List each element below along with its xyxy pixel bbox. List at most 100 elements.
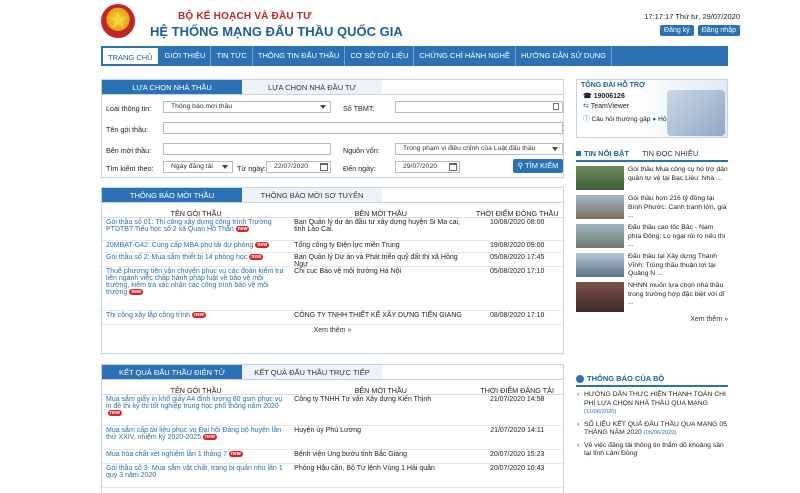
news-title[interactable]: Gói thầu hơn 216 tỷ đồng tại Bình Phước:…	[628, 195, 728, 220]
package-link[interactable]: Mua sắm giấy in khổ giấy A4 định lượng 8…	[102, 395, 290, 425]
news-thumbnail[interactable]	[576, 282, 624, 312]
news-title[interactable]: NHNN muốn lựa chọn nhà thầu trong trường…	[628, 282, 728, 313]
nav-user-guide[interactable]: HƯỚNG DẪN SỬ DỤNG	[516, 46, 613, 66]
table-row[interactable]: Gói thầu số 3- Mua sắm vật chất, trang b…	[102, 464, 563, 488]
nav-about[interactable]: GIỚI THIỆU	[160, 46, 212, 66]
package-link[interactable]: Gói thầu số 2: Mua sắm thiết bị 14 phòng…	[102, 253, 290, 266]
notice-item[interactable]: SỐ LIỆU KẾT QUẢ ĐẤU THẦU QUA MẠNG 05 THÁ…	[576, 421, 728, 438]
notice-item[interactable]: HƯỚNG DẪN THỰC HIỆN THANH TOÁN CHI PHÍ L…	[576, 391, 728, 417]
notice-date: (05/06/2020)	[643, 430, 677, 436]
main-nav: TRANG CHỦ GIỚI THIỆU TIN TỨC THÔNG TIN Đ…	[101, 46, 728, 66]
package-link[interactable]: Gói thầu số 3- Mua sắm vật chất, trang b…	[102, 464, 290, 487]
search-button-label: TÌM KIẾM	[525, 161, 559, 170]
search-by-select[interactable]: Ngày đăng tải	[163, 161, 233, 173]
tab-contractor-selection[interactable]: LỰA CHỌN NHÀ THẦU	[102, 80, 242, 94]
calendar-icon[interactable]	[449, 163, 457, 171]
tab-prequalification-notices[interactable]: THÔNG BÁO MỜI SƠ TUYỂN	[242, 188, 382, 202]
package-name-input[interactable]	[163, 122, 563, 134]
table-row[interactable]: Gói thầu số 2: Mua sắm thiết bị 14 phòng…	[102, 253, 563, 268]
from-date-input[interactable]: 22/07/2020	[266, 161, 331, 173]
phone-icon: ☎	[583, 93, 592, 100]
table-row[interactable]: 20MBAT-G42: Cung cấp MBA phụ tải dự phòn…	[102, 241, 563, 253]
teamviewer-link[interactable]: ⇆ TeamViewer	[583, 102, 629, 110]
support-phone[interactable]: ☎ 19006126	[583, 92, 625, 100]
table-row[interactable]: Mua hóa chất xét nghiệm lần 1 tháng 7 new…	[102, 450, 563, 464]
inviter-name: Bệnh viện Ung bướu tỉnh Bắc Giang	[294, 451, 407, 458]
bullet-icon	[576, 151, 581, 156]
header: BỘ KẾ HOẠCH VÀ ĐẦU TƯ HỆ THỐNG MẠNG ĐẤU …	[0, 0, 800, 44]
news-item[interactable]: Đấu thầu cao tốc Bắc - Nam phía Đông: Lo…	[576, 224, 728, 249]
nav-home[interactable]: TRANG CHỦ	[101, 46, 160, 66]
new-badge-icon: new	[203, 434, 217, 441]
ministry-name: BỘ KẾ HOẠCH VÀ ĐẦU TƯ	[178, 11, 312, 22]
col-inviter: BÊN MỜI THẦU	[354, 386, 407, 395]
capital-source-select[interactable]: Trong phạm vi điều chỉnh của Luật đấu th…	[395, 143, 563, 155]
bid-notices-panel: THÔNG BÁO MỜI THẦU THÔNG BÁO MỜI SƠ TUYỂ…	[101, 187, 564, 354]
news-item[interactable]: Gói thầu Mua công cụ hỗ trợ dân quân tự …	[576, 166, 728, 191]
bullet-icon	[576, 374, 584, 383]
package-name[interactable]: 20MBAT-G42: Cung cấp MBA phụ tải dự phòn…	[106, 242, 253, 249]
tbmt-label: Số TBMT:	[343, 104, 375, 113]
package-link[interactable]: 20MBAT-G42: Cung cấp MBA phụ tải dự phòn…	[102, 241, 290, 252]
notice-text[interactable]: Về việc đăng tải thông tin thẩm dõ khoản…	[584, 442, 724, 458]
package-name[interactable]: Mua hóa chất xét nghiệm lần 1 tháng 7	[106, 451, 227, 458]
news-thumbnail[interactable]	[576, 253, 624, 277]
news-title[interactable]: Gói thầu Mua công cụ hỗ trợ dân quân tự …	[628, 166, 728, 191]
tab-featured-news[interactable]: TIN NỔI BẬT	[584, 147, 629, 161]
package-link[interactable]: Mua hóa chất xét nghiệm lần 1 tháng 7 new	[102, 450, 290, 463]
news-thumbnail[interactable]	[576, 166, 624, 190]
login-button[interactable]: Đăng nhập	[697, 25, 740, 36]
posted-time: 21/07/2020 14:58	[489, 396, 545, 403]
table-row[interactable]: Gói thầu số 01: Thi công xây dựng công t…	[102, 218, 563, 241]
tab-investor-selection[interactable]: LỰA CHỌN NHÀ ĐẦU TƯ	[242, 80, 382, 94]
inviter-name: Phòng Hậu cần, Bộ Tư lệnh Vùng 1 Hải quâ…	[294, 465, 435, 472]
news-item[interactable]: NHNN muốn lựa chọn nhà thầu trong trường…	[576, 282, 728, 313]
inviter-label: Bên mời thầu:	[106, 146, 152, 155]
table-row[interactable]: Mua sắm giấy in khổ giấy A4 định lượng 8…	[102, 395, 563, 426]
package-name[interactable]: Mua sắm giấy in khổ giấy A4 định lượng 8…	[106, 396, 282, 410]
package-link[interactable]: Thi công xây lắp công trình new	[102, 311, 290, 324]
package-name[interactable]: Thi công xây lắp công trình	[106, 312, 190, 319]
package-link[interactable]: Thuê phương tiện vận chuyển phục vụ các …	[102, 267, 290, 310]
inviter-name: Ban Quản lý dự án đầu tư xây dựng huyện …	[294, 219, 460, 233]
table-row[interactable]: Thi công xây lắp công trình new CÔNG TY TN…	[102, 311, 563, 325]
notice-text[interactable]: HƯỚNG DẪN THỰC HIỆN THANH TOÁN CHI PHÍ L…	[584, 391, 726, 407]
inviter-input[interactable]	[163, 143, 331, 155]
tab-bid-notices[interactable]: THÔNG BÁO MỜI THẦU	[102, 188, 242, 202]
nav-news[interactable]: TIN TỨC	[211, 46, 253, 66]
table-row[interactable]: Thuê phương tiện vận chuyển phục vụ các …	[102, 267, 563, 311]
news-thumbnail[interactable]	[576, 195, 624, 219]
news-box: TIN NỔI BẬT TIN ĐỌC NHIỀU Gói thầu Mua cô…	[576, 147, 728, 360]
news-more-link[interactable]: Xem thêm »	[576, 316, 728, 323]
nav-bid-info[interactable]: THÔNG TIN ĐẤU THẦU	[253, 46, 346, 66]
calendar-icon[interactable]	[320, 163, 328, 171]
inviter-name: Ban Quản lý Dự án và Phát triển quỹ đất …	[294, 254, 458, 268]
package-name[interactable]: Mua sắm cấp tài liệu phục vụ Đại hội Đản…	[106, 427, 281, 441]
package-name[interactable]: Gói thầu số 2: Mua sắm thiết bị 14 phòng…	[106, 254, 247, 261]
news-item[interactable]: Đấu thầu tại Xây dựng Thanh Vĩnh: Trúng …	[576, 253, 728, 278]
package-link[interactable]: Mua sắm cấp tài liệu phục vụ Đại hội Đản…	[102, 426, 290, 449]
search-button[interactable]: ⚲ TÌM KIẾM	[513, 159, 563, 173]
posted-time: 21/07/2020 14:11	[490, 427, 545, 434]
tbmt-input[interactable]	[395, 101, 563, 113]
package-link[interactable]: Gói thầu số 01: Thi công xây dựng công t…	[102, 218, 290, 240]
info-type-select[interactable]: Thông báo mời thầu	[163, 101, 331, 113]
register-button[interactable]: Đăng ký	[660, 25, 694, 36]
tab-e-bid-results[interactable]: KẾT QUẢ ĐẤU THẦU ĐIỆN TỬ	[102, 365, 242, 379]
nav-certificates[interactable]: CHỨNG CHỈ HÀNH NGHỀ	[414, 46, 516, 66]
from-date-value: 22/07/2020	[274, 163, 309, 170]
to-date-input[interactable]: 29/07/2020	[395, 161, 460, 173]
news-thumbnail[interactable]	[576, 224, 624, 248]
bids-more-link[interactable]: Xem thêm »	[102, 325, 563, 336]
tab-direct-bid-results[interactable]: KẾT QUẢ ĐẤU THẦU TRỰC TIẾP	[242, 365, 382, 379]
tab-most-read[interactable]: TIN ĐỌC NHIỀU	[642, 147, 698, 161]
inviter-name: Tổng công ty Điện lực miền Trung	[294, 242, 400, 249]
package-name[interactable]: Gói thầu số 3- Mua sắm vật chất, trang b…	[106, 465, 283, 479]
nav-database[interactable]: CƠ SỞ DỮ LIỆU	[345, 46, 415, 66]
keypad-icon	[553, 103, 559, 110]
news-title[interactable]: Đấu thầu cao tốc Bắc - Nam phía Đông: Lo…	[628, 224, 728, 249]
news-item[interactable]: Gói thầu hơn 216 tỷ đồng tại Bình Phước:…	[576, 195, 728, 220]
news-title[interactable]: Đấu thầu tại Xây dựng Thanh Vĩnh: Trúng …	[628, 253, 728, 278]
notice-item[interactable]: Về việc đăng tải thông tin thẩm dõ khoản…	[576, 442, 728, 459]
table-row[interactable]: Mua sắm cấp tài liệu phục vụ Đại hội Đản…	[102, 426, 563, 450]
